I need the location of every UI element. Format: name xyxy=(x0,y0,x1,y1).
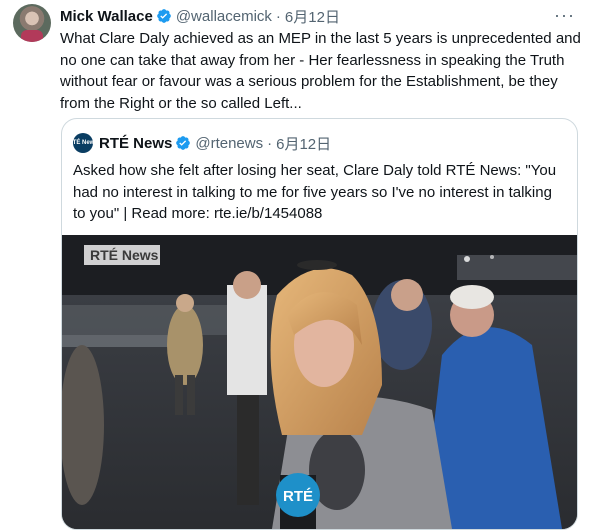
quoted-tweet-header: RTÉ News RTÉ News @rtenews · 6月12日 xyxy=(68,133,331,154)
quoted-header-separator: · xyxy=(267,134,273,152)
video-thumbnail[interactable]: RTÉ RTÉ News xyxy=(62,235,577,529)
verified-badge-icon xyxy=(176,136,191,150)
video-overlay-logo: RTÉ News xyxy=(90,247,159,263)
header-separator: · xyxy=(275,7,281,25)
tweet-date[interactable]: 6月12日 xyxy=(285,6,340,27)
tweet-header: Mick Wallace @wallacemick · 6月12日 xyxy=(60,6,340,26)
quoted-tweet-date[interactable]: 6月12日 xyxy=(276,133,331,154)
rte-logo-text: RTÉ News xyxy=(68,140,98,146)
tweet-text: What Clare Daly achieved as an MEP in th… xyxy=(60,30,581,112)
rte-news-avatar[interactable]: RTÉ News xyxy=(68,133,98,153)
author-avatar[interactable] xyxy=(13,4,51,42)
avatar-figure xyxy=(21,30,43,42)
author-handle[interactable]: @wallacemick xyxy=(176,8,272,25)
more-options-icon[interactable]: ··· xyxy=(554,5,575,26)
quoted-tweet[interactable]: RTÉ News RTÉ News @rtenews · 6月12日 Asked… xyxy=(61,118,578,530)
verified-badge-icon xyxy=(156,9,171,23)
quoted-tweet-text: Asked how she felt after losing her seat… xyxy=(73,162,557,222)
quoted-author-name[interactable]: RTÉ News xyxy=(99,135,172,152)
microphone-label: RTÉ xyxy=(283,488,313,505)
author-name[interactable]: Mick Wallace xyxy=(60,8,153,25)
quoted-author-handle[interactable]: @rtenews xyxy=(195,135,263,152)
